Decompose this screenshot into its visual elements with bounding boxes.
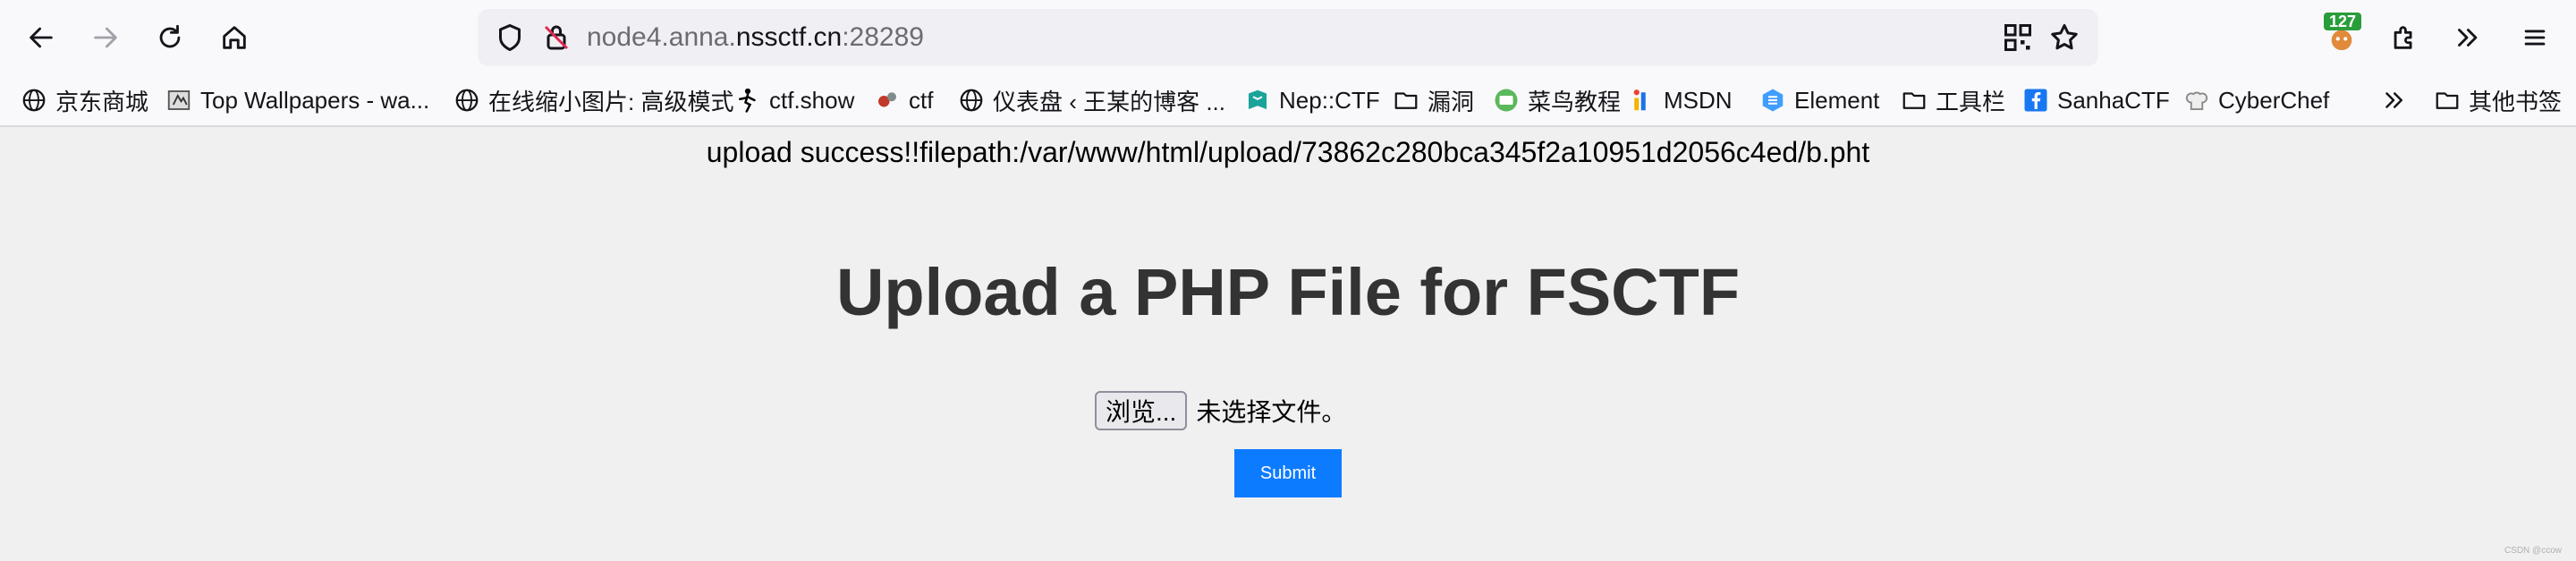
msdn-icon [1633,89,1646,111]
globe-icon [455,89,479,112]
browse-button[interactable]: 浏览... [1095,391,1188,430]
bookmark-label: 漏洞 [1428,88,1475,115]
bookmark-label: 菜鸟教程 [1528,88,1622,115]
forward-button[interactable] [84,16,127,59]
bookmark-label: 仪表盘 ‹ 王某的博客 ... [993,88,1226,115]
arrow-right-icon [94,27,117,48]
upload-status-message: upload success!!filepath:/var/www/html/u… [706,136,1870,168]
url-bar[interactable]: node4.anna.nssctf.cn:28289 [478,9,2098,66]
chef-icon [2185,91,2208,110]
url-text[interactable]: node4.anna.nssctf.cn:28289 [587,9,924,66]
ctf-icon [878,92,896,107]
puzzle-icon [2394,26,2412,49]
nep-icon [1249,89,1267,109]
bookmark-label: CyberChef [2218,86,2330,114]
no-file-selected-text: 未选择文件。 [1196,398,1347,426]
home-icon [223,26,246,49]
bookmark-label: 其他书签 [2469,88,2563,115]
bookmark-ctf[interactable]: ctf [873,82,933,118]
arrow-left-icon [30,27,53,48]
extensions-button[interactable] [2383,16,2426,59]
bookmark-blog-dashboard[interactable]: 仪表盘 ‹ 王某的博客 ... [957,82,1225,118]
bookmarks-overflow-button[interactable] [2379,82,2415,118]
url-port: :28289 [842,22,924,52]
bookmark-label: 在线缩小图片: 高级模式 [488,88,734,115]
globe-icon [22,89,46,112]
ctfshow-icon [739,88,756,113]
bookmark-label: ctf.show [769,86,855,114]
bookmark-image-resize[interactable]: 在线缩小图片: 高级模式 [453,82,733,118]
bookmark-label: Top Wallpapers - wa... [200,86,430,114]
facebook-icon [2024,89,2047,112]
bookmarks-bar: 京东商城 Top Wallpapers - wa... 在线缩小图片: 高级模式… [0,75,2576,127]
bookmark-folder-vulns[interactable]: 漏洞 [1392,82,1474,118]
bookmark-label: Element [1794,86,1880,114]
reload-button[interactable] [148,16,191,59]
insecure-lock-icon[interactable] [540,21,572,54]
bookmark-label: SanhaCTF [2057,86,2170,114]
globe-icon [960,89,983,112]
url-domain: nssctf.cn [735,22,843,52]
submit-button[interactable]: Submit [1234,449,1342,497]
bookmark-label: Nep::CTF [1279,86,1380,114]
bookmark-label: 京东商城 [55,88,149,115]
app-menu-button[interactable] [2513,16,2556,59]
bookmark-folder-tools[interactable]: 工具栏 [1900,82,2005,118]
chevrons-right-icon [2458,29,2478,47]
hamburger-menu-icon [2524,30,2546,46]
back-button[interactable] [20,16,63,59]
bookmark-other-bookmarks[interactable]: 其他书签 [2433,82,2562,118]
page-content: upload success!!filepath:/var/www/html/u… [0,127,2576,561]
bookmark-ctfshow[interactable]: ctf.show [733,82,854,118]
url-prefix: node4.anna. [587,22,736,52]
bookmark-jd[interactable]: 京东商城 [20,82,148,118]
bookmark-cyberchef[interactable]: CyberChef [2182,82,2329,118]
watermark: CSDN @ccow [2504,546,2562,556]
bookmark-msdn[interactable]: MSDN [1628,82,1733,118]
chevrons-right-icon [2385,92,2402,108]
file-input[interactable]: 浏览... 未选择文件。 [1095,390,1346,431]
bookmark-runoob[interactable]: 菜鸟教程 [1492,82,1621,118]
element-icon [1762,89,1784,112]
reload-icon [159,24,181,48]
home-button[interactable] [213,16,256,59]
bookmark-label: ctf [909,86,934,114]
star-icon[interactable] [2048,21,2080,54]
bookmark-nepctf[interactable]: Nep::CTF [1243,82,1380,118]
folder-icon [1394,92,1418,109]
overflow-button[interactable] [2445,16,2488,59]
runoob-icon [1495,89,1518,112]
qr-code-icon[interactable] [2002,21,2034,54]
bookmark-sanhactf[interactable]: SanhaCTF [2021,82,2170,118]
bookmark-top-wallpapers[interactable]: Top Wallpapers - wa... [165,82,429,118]
shield-icon[interactable] [494,21,526,54]
browser-toolbar: node4.anna.nssctf.cn:28289 127 [0,0,2576,75]
bookmark-label: 工具栏 [1936,88,2006,115]
bookmark-element[interactable]: Element [1758,82,1879,118]
folder-icon [2436,92,2459,109]
wallpaper-icon [167,90,191,110]
page-title: Upload a PHP File for FSCTF [835,255,1741,329]
extension-badge: 127 [2324,13,2361,30]
folder-icon [1902,92,1926,109]
bookmark-label: MSDN [1664,86,1733,114]
